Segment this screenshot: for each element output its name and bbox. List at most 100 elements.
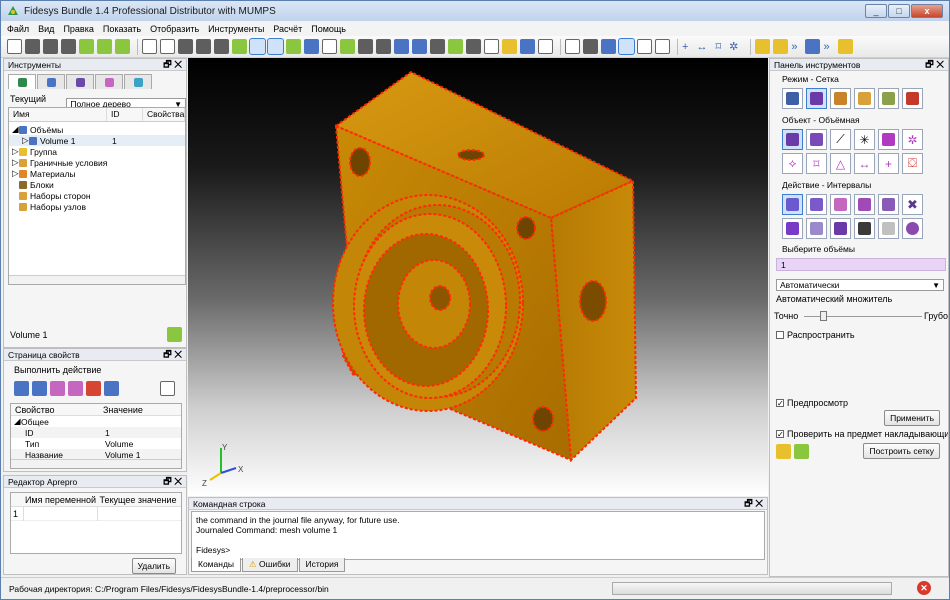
props-hscrollbar[interactable] xyxy=(11,459,181,468)
zoom-in-icon[interactable] xyxy=(358,39,373,54)
menu-file[interactable]: Файл xyxy=(7,24,29,34)
apply-button[interactable]: Применить xyxy=(884,410,940,426)
action-surface-button[interactable] xyxy=(854,194,875,215)
action-smooth-button[interactable] xyxy=(830,218,851,239)
object-hex-button[interactable]: ⛋ xyxy=(902,153,923,174)
table-row[interactable]: ID 1 xyxy=(11,427,181,438)
vertex-filter-icon[interactable] xyxy=(655,39,670,54)
tree-hscrollbar[interactable] xyxy=(9,275,185,284)
perspective-icon[interactable] xyxy=(484,39,499,54)
mode-material-button[interactable] xyxy=(830,88,851,109)
tree-item-materials[interactable]: ▷ Материалы xyxy=(9,168,185,179)
build-mesh-button[interactable]: Построить сетку xyxy=(863,443,940,459)
select-icon[interactable] xyxy=(142,39,157,54)
refresh-icon[interactable] xyxy=(794,443,809,459)
layout-icon[interactable] xyxy=(805,39,821,54)
action-intervals-button[interactable] xyxy=(782,194,803,215)
rotate-icon[interactable] xyxy=(340,39,355,54)
maximize-button[interactable]: □ xyxy=(888,4,910,18)
propagate-checkbox[interactable] xyxy=(776,331,784,339)
action-color-icon[interactable] xyxy=(86,381,101,396)
value-cell[interactable] xyxy=(98,507,178,521)
object-point-button[interactable]: + xyxy=(878,153,899,174)
pointer-icon[interactable] xyxy=(160,39,175,54)
menu-edit[interactable]: Правка xyxy=(63,24,93,34)
open-file-icon[interactable] xyxy=(25,39,40,54)
extra-tool-icon[interactable] xyxy=(837,39,853,54)
command-prompt[interactable]: Fidesys> xyxy=(196,545,760,555)
locate-icon[interactable] xyxy=(167,327,182,342)
menu-show[interactable]: Показать xyxy=(103,24,141,34)
view-front-icon[interactable] xyxy=(196,39,211,54)
object-group-button[interactable] xyxy=(878,129,899,150)
mode-analysis-button[interactable] xyxy=(878,88,899,109)
action-delete-button[interactable]: ✖ xyxy=(902,194,923,215)
object-curve-button[interactable]: ⟋ xyxy=(830,129,851,150)
panel-float-close-icon[interactable]: 🗗 ✕ xyxy=(925,57,944,73)
new-file-icon[interactable] xyxy=(7,39,22,54)
menu-display[interactable]: Отобразить xyxy=(150,24,199,34)
panel-float-close-icon[interactable]: 🗗 ✕ xyxy=(163,474,182,490)
object-node-button[interactable]: ⟡ xyxy=(782,153,803,174)
mode-mesh-button[interactable] xyxy=(806,88,827,109)
hidden-line-icon[interactable] xyxy=(430,39,445,54)
hint-icon[interactable] xyxy=(776,443,791,459)
action-delete-icon[interactable] xyxy=(160,381,175,396)
tab-analysis[interactable] xyxy=(124,74,152,89)
tree-item-blocks[interactable]: Блоки xyxy=(9,179,185,190)
node-filter-icon[interactable]: + xyxy=(682,41,688,53)
tree-item-group[interactable]: ▷ Группа xyxy=(9,146,185,157)
col-props[interactable]: Свойства xyxy=(143,108,185,121)
object-element-button[interactable]: ✲ xyxy=(902,129,923,150)
light-icon[interactable] xyxy=(502,39,517,54)
panel-float-close-icon[interactable]: 🗗 ✕ xyxy=(163,57,182,73)
menu-help[interactable]: Помощь xyxy=(311,24,346,34)
zoom-box-icon[interactable] xyxy=(322,39,337,54)
toolbar-overflow-icon[interactable]: » xyxy=(791,41,797,53)
minimize-button[interactable]: _ xyxy=(865,4,887,18)
delete-button[interactable]: Удалить xyxy=(131,558,176,574)
view-bottom-icon[interactable] xyxy=(267,38,284,55)
tab-tree[interactable] xyxy=(8,74,36,89)
action-refine-button[interactable] xyxy=(782,218,803,239)
action-quality-button[interactable] xyxy=(806,218,827,239)
object-tri-button[interactable]: △ xyxy=(830,153,851,174)
tab-material[interactable] xyxy=(95,74,123,89)
view-iso-icon[interactable] xyxy=(178,39,193,54)
tree-item-nodesets[interactable]: Наборы узлов xyxy=(9,201,185,212)
check-overlap-checkbox[interactable]: ✓ xyxy=(776,430,784,439)
panel-float-close-icon[interactable]: 🗗 ✕ xyxy=(163,347,182,363)
action-refresh-icon[interactable] xyxy=(104,381,119,396)
background-icon[interactable] xyxy=(538,39,553,54)
zoom-out-icon[interactable] xyxy=(376,39,391,54)
run-all-icon[interactable] xyxy=(97,39,112,54)
view-top-icon[interactable] xyxy=(214,39,229,54)
transparent-icon[interactable] xyxy=(466,39,481,54)
clip-plane-icon[interactable] xyxy=(520,39,535,54)
fit-view-icon[interactable] xyxy=(304,39,319,54)
table-row[interactable]: ◢ Общее xyxy=(11,416,181,427)
action-view-icon[interactable] xyxy=(14,381,29,396)
object-surface-button[interactable] xyxy=(806,129,827,150)
probe-icon[interactable] xyxy=(583,39,598,54)
tree-item-sidesets[interactable]: Наборы сторон xyxy=(9,190,185,201)
action-surface-icon[interactable] xyxy=(50,381,65,396)
wireframe-icon[interactable] xyxy=(412,39,427,54)
toolbar-overflow2-icon[interactable]: » xyxy=(823,41,829,53)
search-icon[interactable] xyxy=(565,39,580,54)
edge-filter-icon[interactable]: ↔ xyxy=(696,41,707,53)
tab-errors[interactable]: ⚠ Ошибки xyxy=(242,558,298,572)
auto-select[interactable]: Автоматически ▼ xyxy=(776,279,944,291)
tree-item-volumes[interactable]: ◢ Объёмы xyxy=(9,124,185,135)
table-row[interactable]: Тип Volume xyxy=(11,438,181,449)
command-output[interactable]: the command in the journal file anyway, … xyxy=(191,511,765,560)
object-quad-button[interactable]: ⌑ xyxy=(806,153,827,174)
cut-icon[interactable] xyxy=(61,39,76,54)
object-vertex-button[interactable]: ✳ xyxy=(854,129,875,150)
view-left-icon[interactable] xyxy=(286,39,301,54)
object-edge-button[interactable]: ↔ xyxy=(854,153,875,174)
action-brush-button[interactable] xyxy=(854,218,875,239)
element-filter-icon[interactable]: ✲ xyxy=(729,40,738,53)
volume-filter-icon[interactable] xyxy=(601,39,616,54)
action-scheme-button[interactable] xyxy=(806,194,827,215)
